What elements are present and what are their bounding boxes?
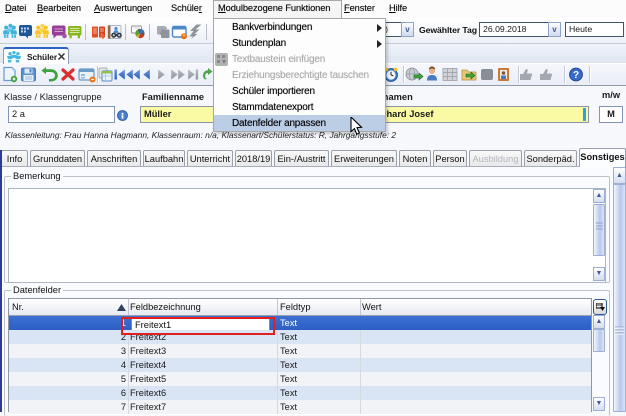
svg-text:?: ?: [573, 70, 579, 81]
